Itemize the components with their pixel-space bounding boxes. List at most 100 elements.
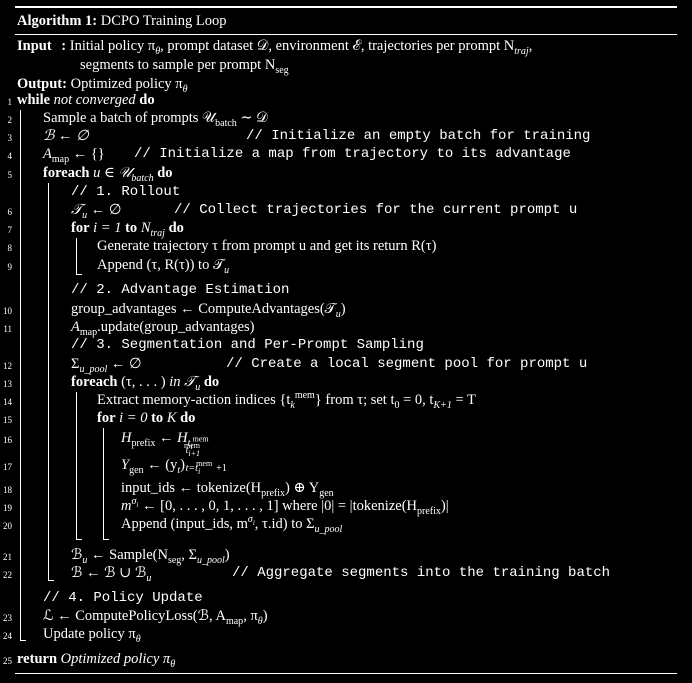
code-line-21: ℬu ← Sample(Nseg, Σu_pool) [71, 546, 692, 565]
algorithm-caption: Algorithm 1: DCPO Training Loop [17, 12, 692, 30]
for-k-scope-bar [103, 428, 104, 539]
code-text: ∼ 𝒟 [236, 110, 268, 126]
code-text: ) [224, 547, 230, 563]
code-line-8: Generate trajectory τ from prompt u and … [97, 237, 692, 255]
input-label: Input [17, 38, 52, 54]
line-number: 18 [3, 485, 12, 495]
line-number: 10 [3, 306, 12, 316]
code-text: = T [451, 392, 476, 408]
code-line-11: Amap.update(group_advantages) [71, 318, 692, 337]
code-line-3: ℬ ← ∅ // Initialize an empty batch for t… [43, 127, 692, 145]
lower-limit-tail: +1 [216, 463, 227, 474]
code-line-10: group_advantages ← ComputeAdvantages(𝒯u) [71, 300, 692, 319]
foreach-scope-bar [48, 183, 49, 580]
input-text: Initial policy π [69, 38, 156, 54]
code-line-9: Append (τ, R(τ)) to 𝒯u [97, 256, 692, 275]
code-line-1: while not converged do [17, 91, 692, 109]
keyword-for: for [71, 220, 90, 236]
code-sub: θ [170, 658, 176, 670]
code-line-25: return Optimized policy πθ [17, 650, 692, 670]
foreach-tau-scope-bar [76, 392, 77, 539]
code-text: , Σ [181, 547, 197, 563]
code-text: ← [0, . . . , 0, 1, . . . , 1] where |0|… [138, 498, 418, 514]
while-scope-bar [20, 110, 21, 640]
code-text: Extract memory-action indices {t [97, 392, 291, 408]
line-number: 19 [3, 503, 12, 513]
code-line-22: ℬ ← ℬ ∪ ℬu // Aggregate segments into th… [71, 564, 692, 583]
algorithm-page: Algorithm 1: DCPO Training Loop Input : … [0, 0, 692, 683]
top-rule [15, 6, 677, 8]
code-sup: mem [294, 390, 315, 402]
code-text: , π [243, 608, 258, 624]
input-line: Input : Initial policy πθ, prompt datase… [17, 37, 692, 56]
code-text: Append (τ, R(τ)) to 𝒯 [97, 257, 225, 273]
section-comment-4: // 4. Policy Update [43, 589, 692, 607]
line-number: 4 [7, 151, 13, 161]
code-text: ℒ ← ComputePolicyLoss(ℬ, A [43, 608, 226, 624]
output-text: Optimized policy π [70, 76, 183, 92]
code-text: i = 0 [115, 410, 152, 426]
code-text: Sample a batch of prompts 𝒰 [43, 110, 216, 126]
code-text: Generate trajectory τ from prompt u and … [97, 238, 437, 254]
code-line-18: input_ids ← tokenize(Hprefix) ⊕ Ygen [121, 479, 692, 498]
code-text: ) ⊕ Y [285, 480, 320, 496]
line-number: 9 [7, 262, 13, 272]
code-text: 𝒯 [180, 374, 196, 390]
code-text: .update(group_advantages) [97, 319, 255, 335]
line-number: 3 [7, 133, 13, 143]
code-comment: // 2. Advantage Estimation [71, 282, 290, 298]
section-comment-2: // 2. Advantage Estimation [71, 281, 692, 299]
code-text: A [71, 319, 80, 335]
code-text: ← ∅ [107, 356, 142, 372]
code-text: Append (input_ids, m [121, 516, 248, 532]
line-number: 11 [3, 324, 12, 334]
code-line-5: foreach u ∈ 𝒰batch do [43, 164, 692, 183]
line-number: 7 [7, 225, 13, 235]
input-colon: : [61, 38, 67, 54]
code-text: A [43, 146, 52, 162]
line-number: 24 [3, 631, 12, 641]
code-text: ← {} [69, 146, 105, 162]
algorithm-title: DCPO Training Loop [100, 13, 227, 29]
code-text: ← (y [143, 457, 178, 473]
code-comment: // Initialize an empty batch for trainin… [246, 128, 591, 144]
code-text: i = 1 [89, 220, 126, 236]
code-text: } from τ; set t [314, 392, 395, 408]
code-text: ) [340, 301, 346, 317]
line-number: 25 [3, 656, 12, 666]
code-line-14: Extract memory-action indices {tkmem} fr… [97, 390, 692, 411]
input-text-3: , [528, 38, 533, 54]
input-text-2: , prompt dataset 𝒟, environment ℰ, traje… [160, 38, 515, 54]
for-scope-foot [76, 274, 82, 275]
line-number: 23 [3, 613, 12, 623]
keyword-return: return [17, 651, 58, 667]
code-line-17: Ygen ← (yt) ti+1mem t=timem +1 [121, 441, 692, 476]
code-text: ← Sample(N [87, 547, 168, 563]
for-scope-bar [76, 238, 77, 274]
code-line-13: foreach (τ, . . . ) in 𝒯u do [71, 373, 692, 392]
line-number: 20 [3, 521, 12, 531]
upper-limit: ti+1mem [184, 441, 216, 458]
code-sub: gen [129, 464, 144, 476]
code-sub: u_pool [314, 523, 343, 535]
code-comment: // 1. Rollout [71, 184, 181, 200]
code-text: 𝒯 [71, 202, 83, 218]
code-text: Y [121, 457, 130, 473]
line-number: 14 [3, 397, 12, 407]
code-text: , τ.id) to Σ [254, 516, 315, 532]
keyword-to: to [151, 410, 164, 426]
code-text: N [137, 220, 151, 236]
keyword-foreach: foreach [71, 374, 118, 390]
input-line-2: segments to sample per prompt Nseg [80, 56, 692, 75]
code-line-2: Sample a batch of prompts 𝒰batch ∼ 𝒟 [43, 109, 692, 128]
output-label: Output: [17, 76, 67, 92]
code-line-19: mσi ← [0, . . . , 0, 1, . . . , 1] where… [121, 497, 692, 517]
line-number: 16 [3, 435, 12, 445]
upper-limit-sup: mem [184, 441, 201, 450]
line-number: 2 [7, 115, 13, 125]
code-text: )| [440, 498, 449, 514]
code-text: u ∈ 𝒰 [89, 165, 132, 181]
code-comment: // 3. Segmentation and Per-Prompt Sampli… [71, 337, 424, 353]
lower-limit: t=timem +1 [186, 459, 227, 476]
line-number: 17 [3, 462, 12, 472]
